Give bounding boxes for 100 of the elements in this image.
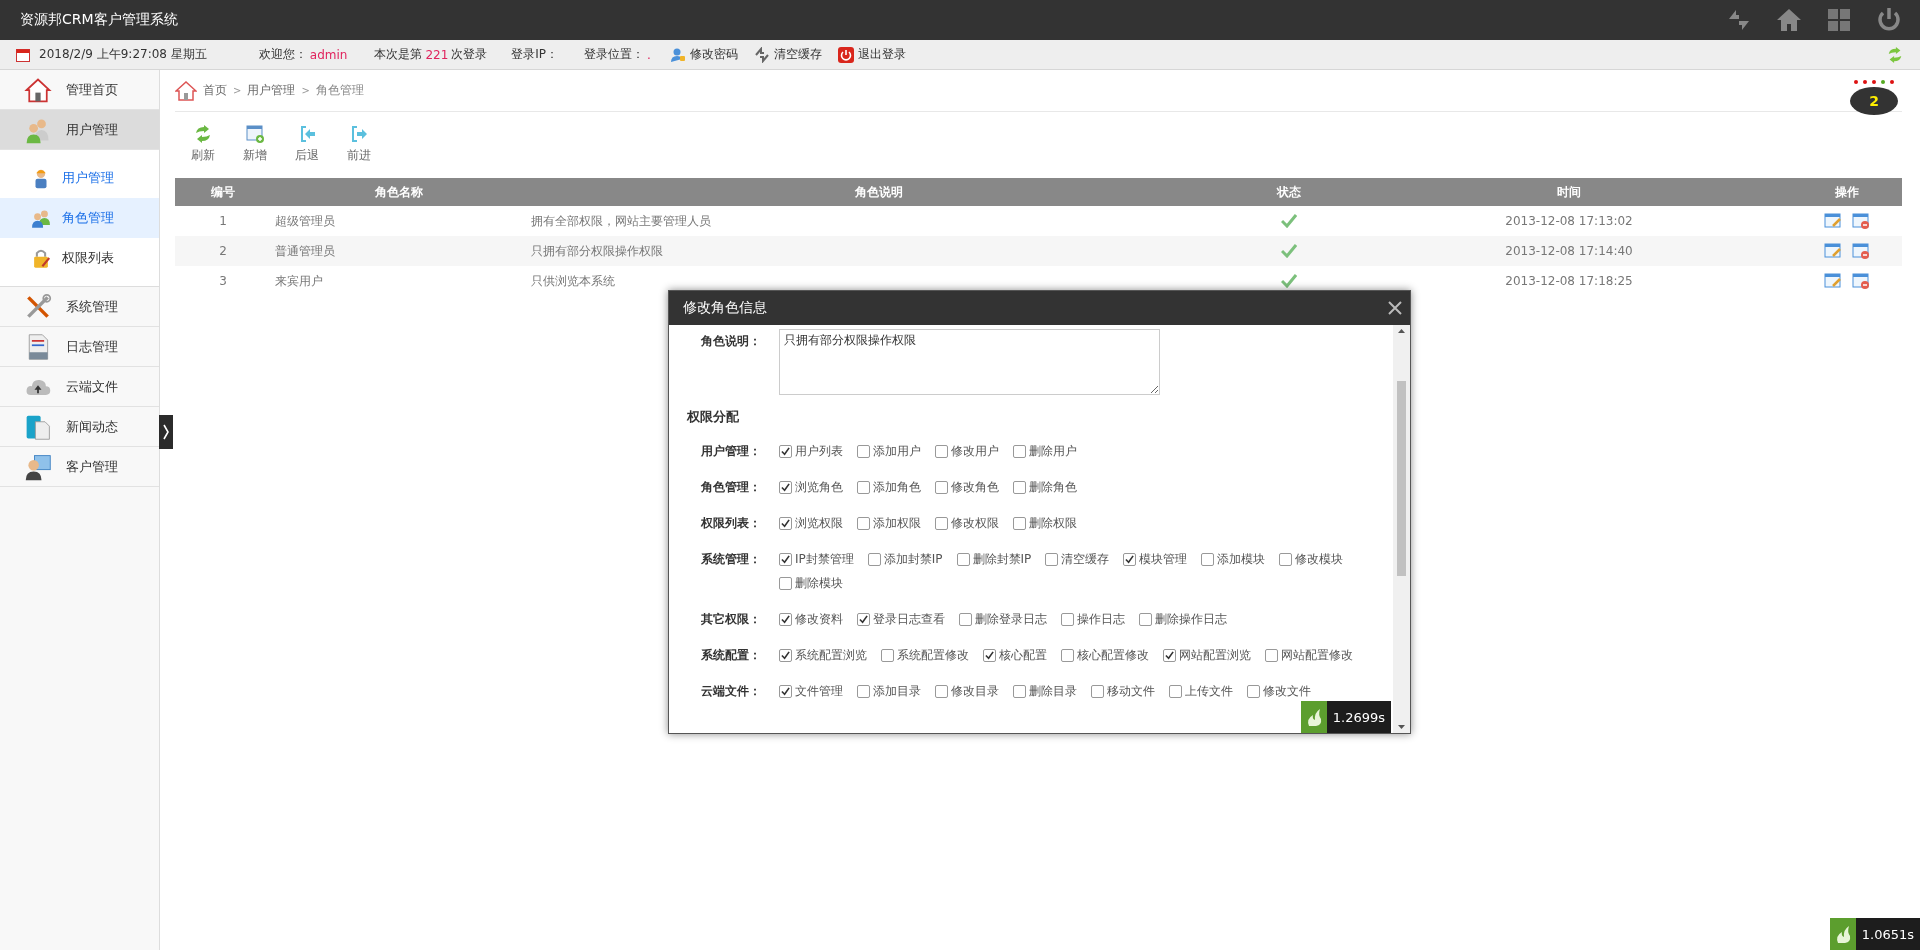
- info-bar-link[interactable]: 退出登录: [837, 46, 906, 63]
- grid-icon[interactable]: [1826, 7, 1852, 33]
- permission-label: 文件管理: [795, 682, 843, 700]
- group-label: 系统管理：: [700, 551, 762, 568]
- checkbox[interactable]: [1201, 552, 1215, 566]
- toolbar-button[interactable]: 前进: [333, 124, 385, 164]
- checkbox[interactable]: [1061, 648, 1074, 662]
- checkbox[interactable]: [1163, 648, 1176, 662]
- checkbox[interactable]: [1061, 612, 1074, 626]
- description-field[interactable]: 只拥有部分权限操作权限: [779, 329, 1160, 395]
- toolbar-button[interactable]: 刷新: [177, 124, 229, 164]
- info-bar-link[interactable]: 清空缓存: [753, 46, 822, 63]
- checkbox[interactable]: [935, 684, 948, 698]
- permission-label: 核心配置修改: [1077, 646, 1149, 664]
- checkbox[interactable]: [1169, 684, 1182, 698]
- checkbox[interactable]: [779, 552, 792, 566]
- permission-label: 添加权限: [873, 514, 921, 532]
- edit-icon[interactable]: [1823, 243, 1842, 259]
- users-icon: [30, 207, 52, 229]
- checkbox[interactable]: [857, 480, 870, 494]
- permission-label: 删除操作日志: [1155, 610, 1227, 628]
- delete-icon[interactable]: [1851, 273, 1870, 289]
- flame-logo-icon: [1305, 707, 1322, 727]
- checkbox[interactable]: [857, 444, 870, 458]
- permission-label: 修改模块: [1295, 550, 1344, 568]
- scroll-thumb[interactable]: [1397, 381, 1406, 576]
- checkbox[interactable]: [779, 684, 792, 698]
- checkbox[interactable]: [935, 444, 948, 458]
- breadcrumb-link[interactable]: 用户管理: [247, 82, 296, 99]
- table-cell-text: 只拥有部分权限操作权限: [530, 242, 664, 260]
- checkbox[interactable]: [1265, 648, 1278, 662]
- group-label: 系统配置：: [700, 647, 762, 664]
- table-cell-text: 3: [218, 274, 228, 288]
- permission-label: 添加角色: [873, 478, 921, 496]
- arrows-icon: [753, 46, 770, 63]
- checkbox[interactable]: [779, 576, 792, 590]
- checkbox[interactable]: [1013, 444, 1026, 458]
- checkbox[interactable]: [1247, 684, 1260, 698]
- checkbox[interactable]: [1013, 516, 1026, 530]
- table-cell-text: 1: [218, 214, 228, 228]
- checkbox[interactable]: [881, 648, 894, 662]
- power-icon: [837, 46, 854, 63]
- permission-label: 添加封禁IP: [883, 550, 943, 568]
- table-cell-text: 普通管理员: [274, 242, 336, 260]
- tools-icon: [24, 292, 52, 321]
- delete-icon[interactable]: [1851, 243, 1870, 259]
- section-title: 权限分配: [687, 408, 740, 426]
- permission-label: 操作日志: [1077, 610, 1125, 628]
- checkbox[interactable]: [1091, 684, 1104, 698]
- permission-label: 删除模块: [795, 574, 843, 592]
- checkbox[interactable]: [857, 516, 870, 530]
- checkbox[interactable]: [1139, 612, 1152, 626]
- edit-icon[interactable]: [1823, 273, 1842, 289]
- table-cell-text: 只供浏览本系统: [530, 272, 616, 290]
- checkbox[interactable]: [779, 516, 792, 530]
- checkbox[interactable]: [779, 444, 792, 458]
- checkbox[interactable]: [867, 552, 881, 566]
- checkbox[interactable]: [956, 552, 970, 566]
- edit-icon[interactable]: [1823, 213, 1842, 229]
- checkbox[interactable]: [1013, 480, 1026, 494]
- submenu-item[interactable]: 角色管理: [0, 198, 159, 238]
- sidebar-item[interactable]: 用户管理: [0, 110, 159, 150]
- checkbox[interactable]: [1123, 552, 1137, 566]
- info-bar-link[interactable]: 修改密码: [669, 46, 738, 63]
- toolbar-button[interactable]: 后退: [281, 124, 333, 164]
- permission-label: IP封禁管理: [795, 550, 854, 568]
- breadcrumb-separator: >: [233, 85, 242, 96]
- checkbox[interactable]: [935, 480, 948, 494]
- permission-label: 网站配置浏览: [1179, 646, 1251, 664]
- checkbox[interactable]: [779, 612, 792, 626]
- collapse-handle[interactable]: [159, 415, 173, 449]
- checkbox[interactable]: [857, 684, 870, 698]
- refresh-icon[interactable]: [1886, 45, 1904, 64]
- delete-icon[interactable]: [1851, 213, 1870, 229]
- checkbox[interactable]: [959, 612, 972, 626]
- column-header: 时间: [1556, 183, 1582, 201]
- breadcrumb-separator: >: [301, 85, 310, 96]
- sidebar-label: 日志管理: [66, 337, 118, 356]
- checkbox[interactable]: [857, 612, 870, 626]
- checkbox[interactable]: [935, 516, 948, 530]
- chevron-right-icon: [162, 424, 170, 440]
- home-icon[interactable]: [1776, 7, 1802, 33]
- checkbox[interactable]: [779, 480, 792, 494]
- table-cell-text: 2013-12-08 17:13:02: [1504, 214, 1634, 228]
- permission-label: 修改文件: [1263, 682, 1311, 700]
- toolbar-button[interactable]: 新增: [229, 124, 281, 164]
- notification-bubble[interactable]: 2: [1850, 87, 1898, 115]
- permission-label: 删除角色: [1029, 478, 1077, 496]
- checkbox[interactable]: [1279, 552, 1293, 566]
- power-icon[interactable]: [1876, 7, 1902, 33]
- breadcrumb-link[interactable]: 首页: [203, 82, 227, 99]
- checkbox[interactable]: [983, 648, 996, 662]
- permission-label: 模块管理: [1139, 550, 1188, 568]
- scrollbar[interactable]: [1393, 325, 1410, 733]
- close-icon[interactable]: [1388, 301, 1402, 315]
- permission-label: 添加目录: [873, 682, 921, 700]
- permission-label: 网站配置修改: [1281, 646, 1353, 664]
- checkbox[interactable]: [1013, 684, 1026, 698]
- checkbox[interactable]: [779, 648, 792, 662]
- checkbox[interactable]: [1045, 552, 1059, 566]
